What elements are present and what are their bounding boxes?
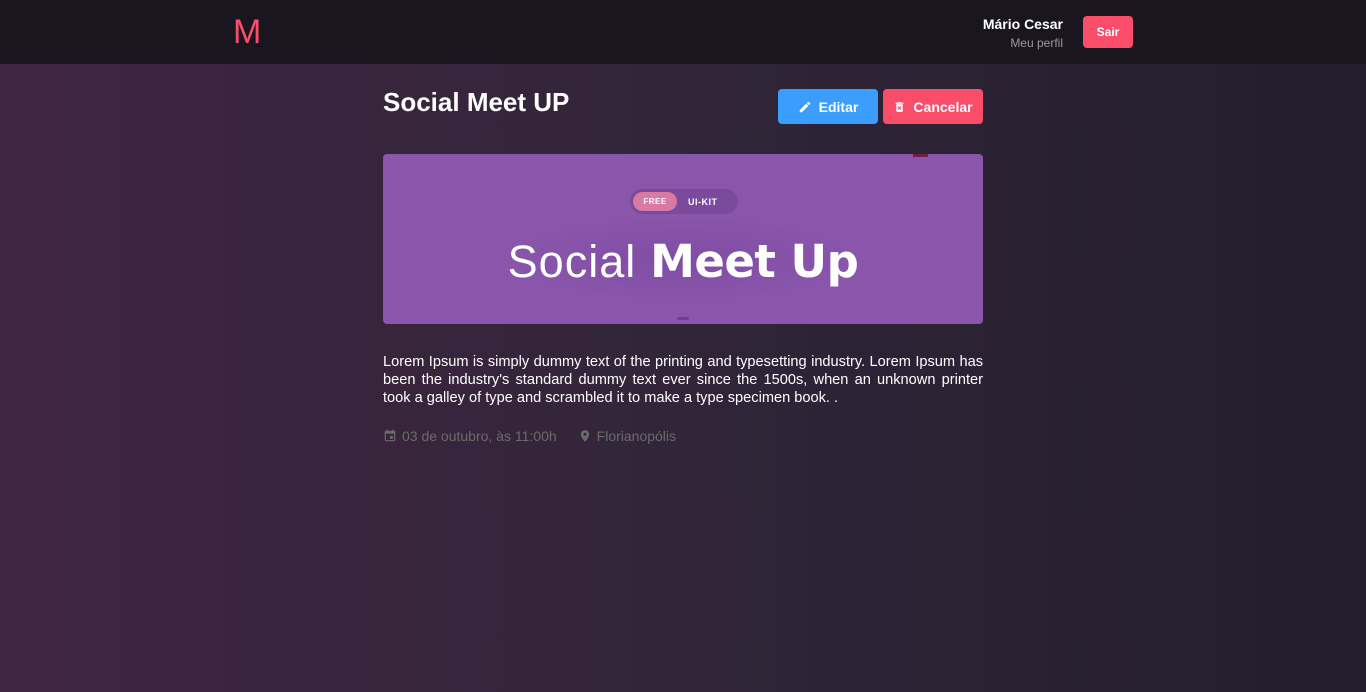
edit-button-label: Editar bbox=[818, 98, 859, 115]
banner-title-light: Social bbox=[507, 236, 637, 287]
banner-corner-mark bbox=[913, 154, 928, 157]
edit-button[interactable]: Editar bbox=[778, 89, 878, 124]
app-logo[interactable]: M bbox=[233, 12, 261, 52]
user-profile: Mário Cesar Meu perfil bbox=[983, 16, 1063, 51]
meetup-banner-image: FREE UI-KIT Social Meet Up bbox=[383, 154, 983, 324]
banner-title-bold: Meet Up bbox=[650, 235, 859, 288]
top-header: M Mário Cesar Meu perfil Sair bbox=[0, 0, 1366, 64]
meetup-date-text: 03 de outubro, às 11:00h bbox=[402, 428, 557, 444]
meetup-location: Florianopólis bbox=[578, 428, 676, 444]
banner-badge-kit: UI-KIT bbox=[688, 196, 718, 207]
meetup-description: Lorem Ipsum is simply dummy text of the … bbox=[383, 354, 983, 406]
banner-indicator bbox=[677, 317, 689, 320]
cancel-button[interactable]: Cancelar bbox=[883, 89, 983, 124]
trash-icon bbox=[896, 101, 904, 112]
banner-badge: FREE UI-KIT bbox=[630, 189, 738, 214]
location-pin-icon bbox=[580, 430, 589, 442]
cancel-button-label: Cancelar bbox=[913, 98, 973, 115]
profile-link[interactable]: Meu perfil bbox=[983, 35, 1063, 51]
page-title: Social Meet UP bbox=[383, 87, 570, 117]
meetup-date: 03 de outubro, às 11:00h bbox=[383, 428, 557, 444]
banner-badge-free: FREE bbox=[633, 192, 677, 211]
meetup-meta: 03 de outubro, às 11:00h Florianopólis bbox=[383, 427, 697, 445]
logout-button[interactable]: Sair bbox=[1083, 16, 1133, 48]
meetup-location-text: Florianopólis bbox=[596, 428, 677, 444]
pencil-icon bbox=[799, 101, 810, 112]
calendar-icon bbox=[384, 429, 396, 442]
banner-title: Social Meet Up bbox=[383, 234, 983, 290]
user-name: Mário Cesar bbox=[982, 16, 1063, 32]
